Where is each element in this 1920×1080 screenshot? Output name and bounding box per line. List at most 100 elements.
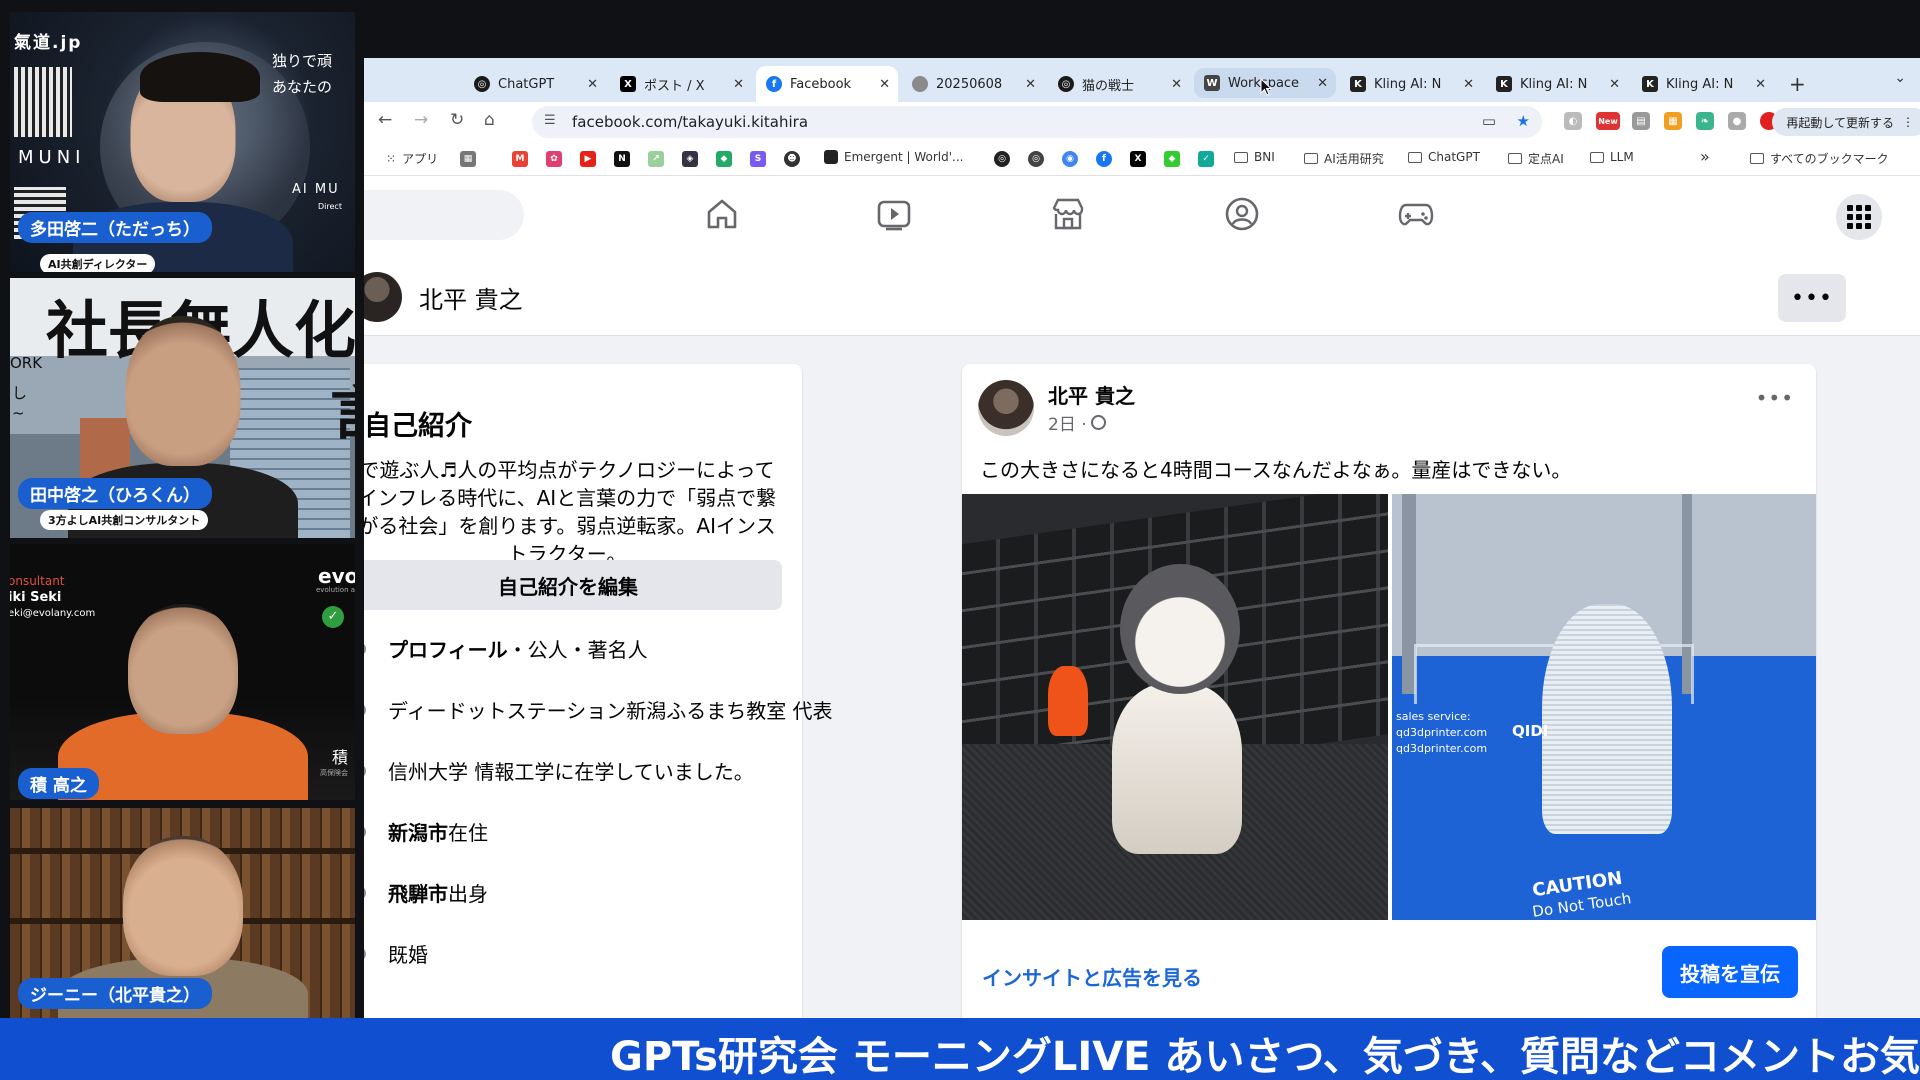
info-icon (364, 641, 366, 656)
mouse-extension-icon[interactable]: ◐ (1564, 112, 1582, 130)
post-author[interactable]: 北平 貴之 (1048, 380, 1135, 409)
participant-face (125, 316, 240, 466)
youtube-icon[interactable]: ▶ (580, 151, 596, 167)
new-extension-icon[interactable]: New (1596, 112, 1620, 130)
bookmark-star-icon[interactable]: ★ (1517, 112, 1530, 130)
facebook-icon[interactable]: f (1096, 151, 1112, 167)
bookmark-emergent[interactable]: Emergent | World'... (824, 150, 964, 164)
close-icon[interactable]: ✕ (1609, 77, 1620, 92)
groups-icon[interactable] (1224, 196, 1260, 232)
app-icon[interactable]: ◆ (716, 151, 732, 167)
post-more-button[interactable]: ••• (1756, 386, 1794, 410)
close-icon[interactable]: ✕ (1463, 77, 1474, 92)
tile-overlay-text: 氣道.jp (14, 33, 83, 53)
cast-icon[interactable]: ▭ (1482, 112, 1496, 130)
site-settings-icon[interactable]: ☰ (544, 113, 556, 128)
post-timestamp[interactable]: 2日 · (1048, 410, 1106, 435)
leaf-extension-icon[interactable]: ❧ (1696, 112, 1714, 130)
tab-kling-3[interactable]: K Kling AI: N ✕ (1632, 66, 1774, 102)
openai-icon[interactable]: ◎ (994, 151, 1010, 167)
x-icon[interactable]: X (1130, 151, 1146, 167)
post-photo-figure-keyboard[interactable] (962, 494, 1388, 920)
promote-post-button[interactable]: 投稿を宣伝 (1662, 946, 1798, 998)
video-tile-3: onsultant iki Seki eki@evolany.com evo e… (10, 544, 355, 800)
tab-x[interactable]: X ポスト / X ✕ (610, 66, 752, 102)
close-icon[interactable]: ✕ (1317, 76, 1328, 91)
app-icon[interactable]: ◈ (682, 151, 698, 167)
video-tile-2: 社長無人化 ORK し ~ 言 田中啓之（ひろくん） 3方よしAI共創コンサルタ… (10, 278, 355, 538)
tab-chatgpt[interactable]: ◎ ChatGPT ✕ (464, 66, 606, 102)
participant-name: ジーニー（北平貴之） (18, 978, 212, 1009)
reload-icon[interactable]: ↻ (450, 110, 464, 130)
home-icon[interactable]: ⌂ (484, 110, 495, 130)
view-insights-link[interactable]: インサイトと広告を見る (982, 962, 1202, 991)
bookmark-folder-teiten-ai[interactable]: 定点AI (1508, 150, 1564, 167)
bookmarks-overflow-button[interactable]: » (1700, 147, 1710, 166)
tab-label: Kling AI: N (1374, 76, 1442, 92)
tab-kling-1[interactable]: K Kling AI: N ✕ (1340, 66, 1482, 102)
gaming-icon[interactable] (1398, 196, 1434, 232)
avatar[interactable] (364, 272, 402, 322)
home-icon[interactable] (704, 196, 740, 232)
chrome-icon[interactable]: ◉ (1062, 151, 1078, 167)
close-icon[interactable]: ✕ (1025, 77, 1036, 92)
detail-text: ・公人・著名人 (507, 638, 648, 662)
chart-icon[interactable]: ↗ (648, 151, 664, 167)
facebook-search-input[interactable] (364, 190, 524, 240)
check-icon[interactable]: ✓ (1198, 151, 1214, 167)
bookmark-label: すべてのブックマーク (1770, 152, 1889, 166)
tile-overlay-text: Direct (318, 202, 342, 211)
profile-more-button[interactable]: ••• (1778, 274, 1846, 322)
grid-icon[interactable]: ▦ (460, 151, 476, 167)
menu-grid-icon[interactable] (1836, 194, 1882, 240)
bookmark-folder-bni[interactable]: BNI (1234, 150, 1275, 164)
detail-text[interactable]: 信州大学 情報工学に在学していました。 (388, 756, 754, 785)
close-icon[interactable]: ✕ (879, 77, 890, 92)
post-photo-3d-printer[interactable]: sales service: qd3dprinter.com qd3dprint… (1392, 494, 1816, 920)
close-icon[interactable]: ✕ (1755, 77, 1766, 92)
swirl-icon[interactable]: S (750, 151, 766, 167)
back-arrow-icon[interactable]: ← (378, 110, 392, 130)
tile-overlay-text: 言 (330, 366, 355, 450)
notion-icon[interactable]: N (614, 151, 630, 167)
video-icon[interactable] (876, 196, 912, 232)
shield-icon[interactable]: ◆ (1164, 151, 1180, 167)
close-icon[interactable]: ✕ (733, 77, 744, 92)
bookmark-folder-ai-research[interactable]: AI活用研究 (1304, 150, 1384, 167)
face-icon[interactable]: ☻ (784, 151, 800, 167)
bookmark-folder-llm[interactable]: LLM (1590, 150, 1634, 164)
restart-update-button[interactable]: 再起動して更新する ⋮ (1772, 108, 1920, 136)
detail-bold[interactable]: 新潟市 (388, 817, 448, 846)
bookmark-apps[interactable]: ⁙ アプリ (386, 150, 438, 167)
avatar[interactable] (978, 380, 1034, 436)
bookmark-folder-chatgpt[interactable]: ChatGPT (1408, 150, 1480, 164)
all-bookmarks-folder[interactable]: すべてのブックマーク (1750, 150, 1889, 167)
new-tab-button[interactable]: + (1789, 72, 1806, 96)
url-input[interactable]: ☰ facebook.com/takayuki.kitahira ▭ ★ (532, 106, 1542, 138)
microphone-icon[interactable]: ● (1728, 112, 1746, 130)
profile-name[interactable]: 北平 貴之 (419, 280, 523, 315)
forward-arrow-icon[interactable]: → (414, 110, 428, 130)
tile-overlay-text: MUNI (18, 147, 86, 168)
gmail-icon[interactable]: M (512, 151, 528, 167)
edit-intro-button[interactable]: 自己紹介を編集 (364, 560, 782, 610)
marketplace-icon[interactable] (1050, 196, 1086, 232)
participant-name: 積 高之 (18, 768, 99, 799)
tile-overlay-text: し (12, 384, 28, 402)
close-icon[interactable]: ✕ (587, 77, 598, 92)
folder-icon (1508, 153, 1522, 164)
tab-facebook[interactable]: f Facebook ✕ (756, 66, 898, 102)
tab-kling-2[interactable]: K Kling AI: N ✕ (1486, 66, 1628, 102)
screenshot-extension-icon[interactable]: ▤ (1632, 112, 1650, 130)
close-icon[interactable]: ✕ (1171, 77, 1182, 92)
detail-text[interactable]: ディードットステーション新潟ふるまち教室 代表 (388, 695, 833, 724)
tab-20250608[interactable]: 20250608 ✕ (902, 66, 1044, 102)
intro-detail-education: 信州大学 情報工学に在学していました。 (364, 756, 754, 785)
tab-neko-senshi[interactable]: ◎ 猫の戦士 ✕ (1048, 66, 1190, 102)
flower-icon[interactable]: ✿ (546, 151, 562, 167)
video-tile-4: ジーニー（北平貴之） (10, 808, 355, 1018)
tab-search-chevron-icon[interactable]: ⌄ (1894, 70, 1906, 86)
openai-icon[interactable]: ◎ (1028, 151, 1044, 167)
detail-bold[interactable]: 飛騨市 (388, 878, 448, 907)
grid-extension-icon[interactable]: ▦ (1664, 112, 1682, 130)
